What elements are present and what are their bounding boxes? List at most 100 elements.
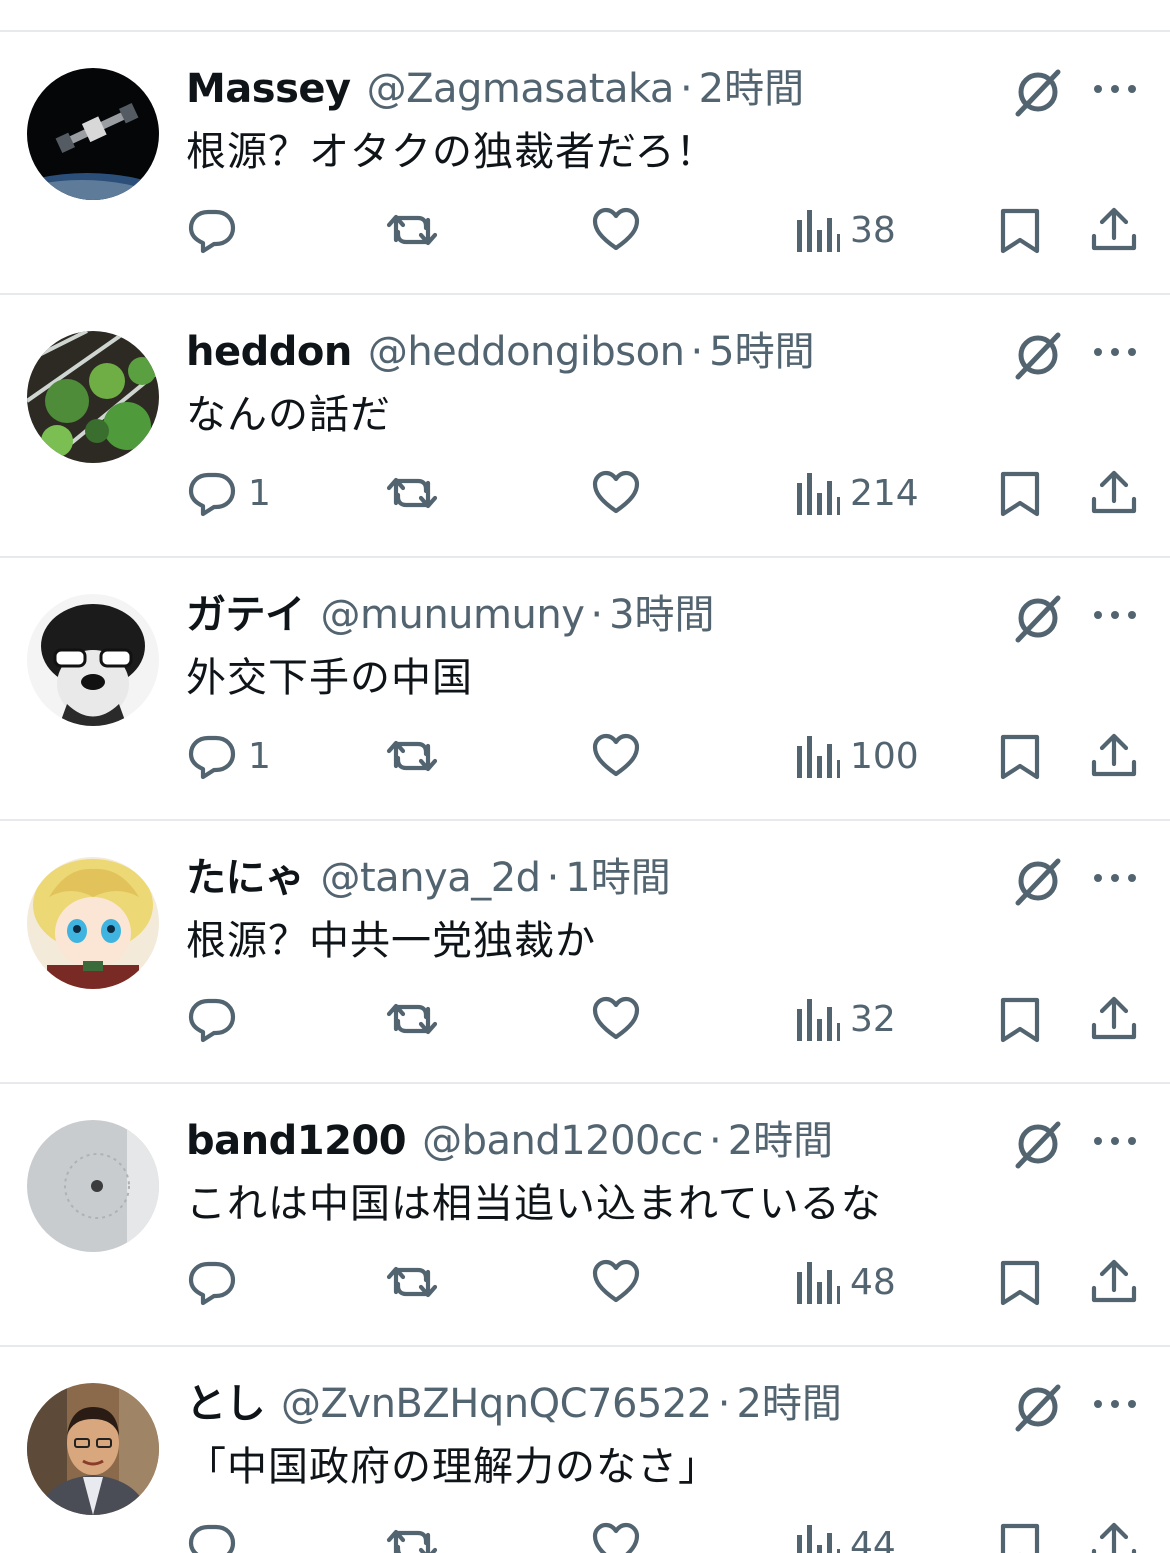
- avatar[interactable]: [27, 1383, 159, 1515]
- timestamp[interactable]: 3時間: [609, 588, 714, 642]
- reply-button[interactable]: 1: [186, 728, 271, 784]
- views-button[interactable]: 44: [794, 1517, 896, 1553]
- reply-button[interactable]: [186, 991, 248, 1047]
- view-count: 38: [850, 209, 896, 251]
- bookmark-button[interactable]: [994, 1517, 1046, 1553]
- timestamp[interactable]: 2時間: [699, 62, 804, 116]
- reply-text: これは中国は相当追い込まれているな: [186, 1181, 882, 1227]
- bookmark-button[interactable]: [994, 991, 1046, 1047]
- share-button[interactable]: [1088, 728, 1140, 784]
- grok-icon[interactable]: [1010, 590, 1066, 646]
- reply-button[interactable]: [186, 1254, 248, 1310]
- avatar[interactable]: [27, 68, 159, 200]
- repost-button[interactable]: [386, 991, 438, 1047]
- more-icon[interactable]: [1090, 1130, 1140, 1152]
- timestamp[interactable]: 2時間: [728, 1114, 833, 1168]
- bookmark-icon: [994, 993, 1046, 1045]
- avatar[interactable]: [27, 1120, 159, 1252]
- views-button[interactable]: 214: [794, 465, 919, 521]
- reply-button[interactable]: [186, 202, 248, 258]
- display-name[interactable]: band1200: [186, 1114, 407, 1168]
- reply-icon: [186, 730, 238, 782]
- reply-button[interactable]: [186, 1517, 248, 1553]
- view-count: 48: [850, 1261, 896, 1303]
- heart-icon: [590, 730, 642, 782]
- repost-button[interactable]: [386, 728, 438, 784]
- reply-item[interactable]: band1200 @band1200cc · 2時間 これは中国は相当追い込まれているな…: [0, 1084, 1170, 1347]
- display-name[interactable]: Massey: [186, 62, 351, 116]
- reply-text: 外交下手の中国: [186, 655, 473, 701]
- share-button[interactable]: [1088, 202, 1140, 258]
- reply-item[interactable]: Massey @Zagmasataka · 2時間 根源？オタクの独裁者だろ！ 38: [0, 32, 1170, 295]
- bookmark-button[interactable]: [994, 1254, 1046, 1310]
- user-handle[interactable]: @band1200cc: [422, 1114, 703, 1168]
- heart-icon: [590, 204, 642, 256]
- reply-text: 根源？オタクの独裁者だろ！: [186, 129, 717, 175]
- share-button[interactable]: [1088, 1254, 1140, 1310]
- repost-icon: [386, 993, 438, 1045]
- grok-icon[interactable]: [1010, 853, 1066, 909]
- share-button[interactable]: [1088, 465, 1140, 521]
- user-handle[interactable]: @Zagmasataka: [367, 62, 675, 116]
- share-icon: [1088, 1256, 1140, 1308]
- reply-icon: [186, 1519, 238, 1553]
- timestamp[interactable]: 1時間: [565, 851, 670, 905]
- display-name[interactable]: とし: [186, 1377, 266, 1431]
- display-name[interactable]: heddon: [186, 325, 352, 379]
- more-icon[interactable]: [1090, 604, 1140, 626]
- grok-icon[interactable]: [1010, 1116, 1066, 1172]
- bookmark-icon: [994, 204, 1046, 256]
- bookmark-button[interactable]: [994, 465, 1046, 521]
- reply-item[interactable]: とし @ZvnBZHqnQC76522 · 2時間 「中国政府の理解力のなさ」 44: [0, 1347, 1170, 1553]
- timestamp[interactable]: 2時間: [736, 1377, 841, 1431]
- timestamp[interactable]: 5時間: [709, 325, 814, 379]
- user-handle[interactable]: @munumuny: [321, 588, 585, 642]
- bookmark-button[interactable]: [994, 202, 1046, 258]
- repost-button[interactable]: [386, 1254, 438, 1310]
- user-handle[interactable]: @ZvnBZHqnQC76522: [281, 1377, 712, 1431]
- bar-chart-icon: [794, 467, 840, 519]
- like-button[interactable]: [590, 991, 642, 1047]
- reply-count: 1: [248, 735, 271, 777]
- display-name[interactable]: ガテイ: [186, 588, 305, 642]
- display-name[interactable]: たにゃ: [186, 851, 305, 905]
- bookmark-button[interactable]: [994, 728, 1046, 784]
- like-button[interactable]: [590, 728, 642, 784]
- grok-icon[interactable]: [1010, 64, 1066, 120]
- avatar[interactable]: [27, 331, 159, 463]
- like-button[interactable]: [590, 1254, 642, 1310]
- views-button[interactable]: 38: [794, 202, 896, 258]
- like-button[interactable]: [590, 1517, 642, 1553]
- repost-button[interactable]: [386, 202, 438, 258]
- separator-dot: ·: [717, 1381, 731, 1427]
- more-icon[interactable]: [1090, 341, 1140, 363]
- reply-item[interactable]: heddon @heddongibson · 5時間 なんの話だ 1 214: [0, 295, 1170, 558]
- views-button[interactable]: 32: [794, 991, 896, 1047]
- share-button[interactable]: [1088, 1517, 1140, 1553]
- like-button[interactable]: [590, 202, 642, 258]
- views-button[interactable]: 48: [794, 1254, 896, 1310]
- reply-button[interactable]: 1: [186, 465, 271, 521]
- separator-dot: ·: [690, 329, 704, 375]
- view-count: 44: [850, 1524, 896, 1553]
- views-button[interactable]: 100: [794, 728, 919, 784]
- avatar[interactable]: [27, 594, 159, 726]
- reply-icon: [186, 204, 238, 256]
- share-button[interactable]: [1088, 991, 1140, 1047]
- user-handle[interactable]: @tanya_2d: [321, 851, 542, 905]
- more-icon[interactable]: [1090, 78, 1140, 100]
- grok-icon[interactable]: [1010, 1379, 1066, 1435]
- reply-item[interactable]: たにゃ @tanya_2d · 1時間 根源？中共一党独裁か 32: [0, 821, 1170, 1084]
- heart-icon: [590, 1519, 642, 1553]
- grok-icon[interactable]: [1010, 327, 1066, 383]
- repost-button[interactable]: [386, 1517, 438, 1553]
- user-handle[interactable]: @heddongibson: [368, 325, 685, 379]
- view-count: 214: [850, 472, 919, 514]
- avatar[interactable]: [27, 857, 159, 989]
- view-count: 32: [850, 998, 896, 1040]
- repost-button[interactable]: [386, 465, 438, 521]
- more-icon[interactable]: [1090, 867, 1140, 889]
- more-icon[interactable]: [1090, 1393, 1140, 1415]
- reply-item[interactable]: ガテイ @munumuny · 3時間 外交下手の中国 1 100: [0, 558, 1170, 821]
- like-button[interactable]: [590, 465, 642, 521]
